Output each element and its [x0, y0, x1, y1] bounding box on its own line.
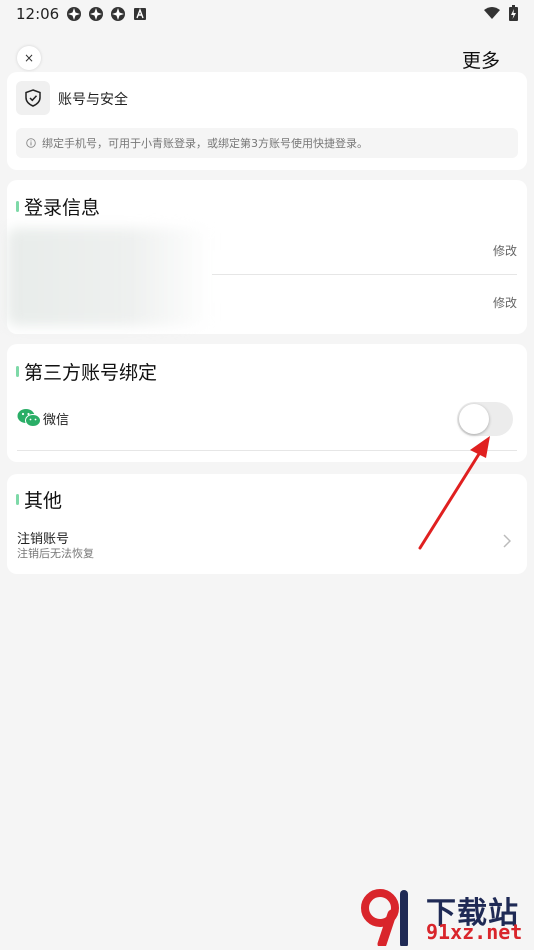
account-security-card[interactable]: 账号与安全 绑定手机号，可用于小青账登录，或绑定第3方账号使用快捷登录。	[7, 72, 527, 170]
watermark-logo-icon	[361, 889, 408, 946]
chevron-right-icon	[503, 534, 511, 548]
row-divider	[212, 274, 517, 275]
close-button[interactable]: ×	[17, 46, 41, 70]
watermark-text-line2: 91xz.net	[426, 920, 523, 944]
status-system-icons	[483, 5, 518, 21]
third-party-binding-card: 第三方账号绑定 微信	[7, 344, 527, 462]
login-info-title: 登录信息	[16, 193, 100, 220]
wechat-icon	[17, 409, 41, 427]
more-button[interactable]: 更多	[462, 46, 500, 73]
section-accent	[16, 201, 19, 212]
edit-login-row-1-button[interactable]: 修改	[493, 242, 517, 259]
status-time: 12:06	[16, 5, 60, 23]
watermark: 下载站 91xz.net	[360, 888, 530, 948]
tip-box: 绑定手机号，可用于小青账登录，或绑定第3方账号使用快捷登录。	[16, 128, 518, 158]
app-icon	[67, 7, 81, 21]
app-icon	[111, 7, 125, 21]
login-info-card: 登录信息 修改 修改	[7, 180, 527, 334]
other-card: 其他 注销账号 注销后无法恢复	[7, 474, 527, 574]
section-accent	[16, 366, 19, 377]
a-icon	[134, 8, 146, 20]
wechat-bind-toggle[interactable]	[457, 402, 513, 436]
cancel-account-subtitle: 注销后无法恢复	[17, 547, 94, 560]
status-notification-icons	[66, 6, 148, 22]
wifi-icon	[484, 7, 500, 19]
info-icon	[26, 138, 36, 148]
account-security-title: 账号与安全	[58, 92, 128, 108]
section-accent	[16, 494, 19, 505]
status-bar: 12:06	[0, 0, 534, 28]
shield-icon	[25, 89, 41, 107]
wechat-label: 微信	[43, 412, 70, 428]
toggle-knob	[459, 404, 489, 434]
row-divider	[17, 450, 517, 451]
wechat-row: 微信	[17, 408, 69, 428]
third-party-title: 第三方账号绑定	[16, 358, 157, 385]
app-icon	[89, 7, 103, 21]
other-title: 其他	[16, 486, 62, 513]
edit-login-row-2-button[interactable]: 修改	[493, 294, 517, 311]
shield-icon-box	[16, 81, 50, 115]
tip-text: 绑定手机号，可用于小青账登录，或绑定第3方账号使用快捷登录。	[42, 137, 368, 150]
battery-icon	[509, 5, 518, 21]
blurred-account-info	[7, 228, 212, 326]
